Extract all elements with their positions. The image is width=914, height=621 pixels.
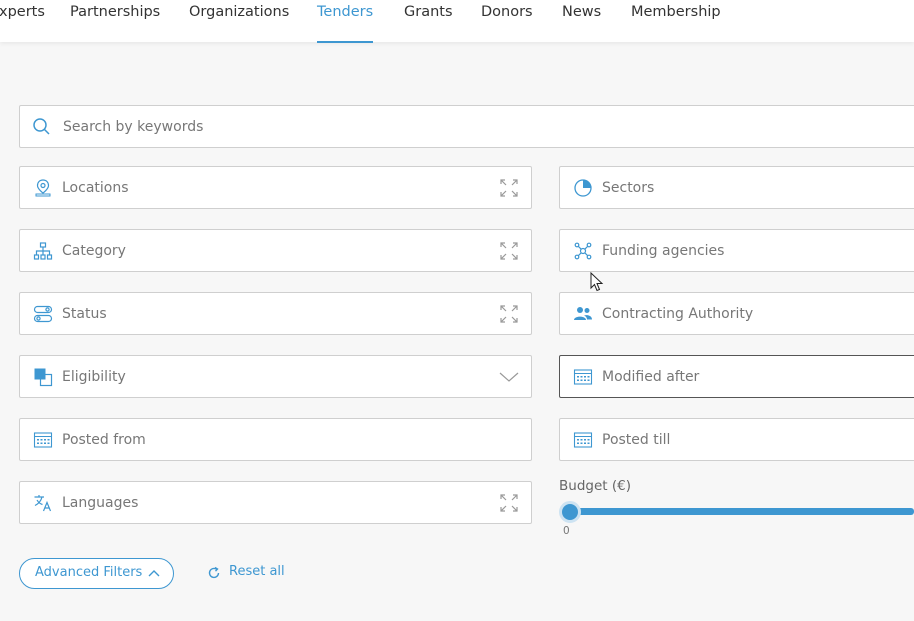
nav-item-news[interactable]: News — [562, 1, 601, 43]
reset-all-label: Reset all — [229, 564, 285, 579]
mouse-cursor-icon — [590, 272, 604, 292]
locations-filter[interactable]: Locations — [19, 166, 532, 209]
people-icon — [574, 307, 592, 320]
search-icon — [33, 118, 50, 135]
hierarchy-icon — [33, 242, 53, 260]
category-filter[interactable]: Category — [19, 229, 532, 272]
category-label: Category — [62, 243, 126, 259]
status-filter[interactable]: Status — [19, 292, 532, 335]
calendar-icon — [33, 432, 53, 448]
nav-item-experts[interactable]: xperts — [0, 1, 45, 43]
funding-agencies-filter[interactable]: Funding agencies — [559, 229, 914, 272]
pie-chart-icon — [574, 179, 592, 197]
sectors-filter[interactable]: Sectors — [559, 166, 914, 209]
sectors-label: Sectors — [602, 180, 655, 196]
calendar-icon — [573, 369, 593, 385]
expand-icon[interactable] — [499, 241, 519, 261]
contracting-authority-label: Contracting Authority — [602, 306, 754, 322]
budget-slider-handle[interactable] — [559, 501, 581, 523]
locations-label: Locations — [62, 180, 129, 196]
advanced-filters-label: Advanced Filters — [35, 565, 143, 580]
nav-item-membership[interactable]: Membership — [631, 1, 721, 43]
eligibility-select[interactable]: Eligibility — [19, 355, 532, 398]
contracting-authority-filter[interactable]: Contracting Authority — [559, 292, 914, 335]
posted-till-date-input[interactable]: Posted till — [559, 418, 914, 461]
nav-item-organizations[interactable]: Organizations — [189, 1, 289, 43]
expand-icon[interactable] — [499, 304, 519, 324]
search-input[interactable]: Search by keywords — [19, 105, 914, 148]
budget-label: Budget (€) — [559, 478, 631, 494]
network-icon — [574, 242, 592, 260]
map-pin-icon — [35, 179, 51, 197]
overlap-squares-icon — [34, 368, 53, 387]
toggles-icon — [33, 305, 53, 323]
languages-filter[interactable]: Languages — [19, 481, 532, 524]
nav-item-partnerships[interactable]: Partnerships — [70, 1, 160, 43]
posted-from-date-input[interactable]: Posted from — [19, 418, 532, 461]
modified-after-label: Modified after — [602, 369, 700, 385]
top-navigation: xperts Partnerships Organizations Tender… — [0, 0, 914, 43]
posted-till-label: Posted till — [602, 432, 671, 448]
calendar-icon — [573, 432, 593, 448]
posted-from-label: Posted from — [62, 432, 146, 448]
advanced-filters-button[interactable]: Advanced Filters — [19, 558, 174, 589]
eligibility-label: Eligibility — [62, 369, 126, 385]
languages-label: Languages — [62, 495, 139, 511]
search-placeholder: Search by keywords — [63, 119, 204, 135]
refresh-icon — [208, 566, 220, 579]
chevron-down-icon — [499, 372, 519, 382]
funding-agencies-label: Funding agencies — [602, 243, 725, 259]
status-label: Status — [62, 306, 107, 322]
nav-item-donors[interactable]: Donors — [481, 1, 533, 43]
nav-item-tenders[interactable]: Tenders — [317, 1, 373, 43]
expand-icon[interactable] — [499, 493, 519, 513]
nav-item-grants[interactable]: Grants — [404, 1, 453, 43]
expand-icon[interactable] — [499, 178, 519, 198]
translate-icon — [34, 495, 52, 512]
chevron-up-icon — [148, 570, 160, 577]
modified-after-date-input[interactable]: Modified after — [559, 355, 914, 398]
budget-slider-track[interactable] — [566, 508, 914, 515]
budget-min-value: 0 — [563, 525, 570, 537]
